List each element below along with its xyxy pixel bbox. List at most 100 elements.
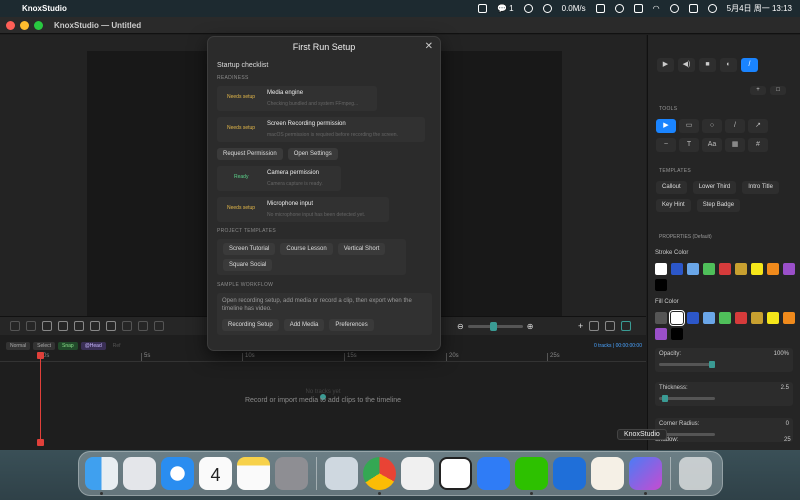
timeline-ruler[interactable]: 0s 5s 10s 15s 20s 25s bbox=[0, 352, 646, 362]
close-icon[interactable]: ✕ bbox=[425, 41, 433, 52]
undo-icon[interactable] bbox=[10, 321, 20, 331]
stroke-color-swatch[interactable] bbox=[719, 263, 731, 275]
mode-normal[interactable]: Normal bbox=[6, 342, 31, 350]
minimize-window-button[interactable] bbox=[20, 20, 29, 30]
preview-app-icon[interactable] bbox=[325, 457, 358, 490]
safari-icon[interactable] bbox=[161, 457, 194, 490]
stroke-color-swatch[interactable] bbox=[783, 263, 795, 275]
knoxstudio-dock-icon[interactable] bbox=[629, 457, 662, 495]
template-intro-title[interactable]: Intro Title bbox=[742, 181, 779, 194]
template-lower-third[interactable]: Lower Third bbox=[692, 181, 737, 194]
vpn-icon[interactable] bbox=[523, 4, 533, 13]
fill-color-swatch[interactable] bbox=[703, 312, 715, 324]
stroke-color-swatch[interactable] bbox=[735, 263, 747, 275]
network-icon[interactable] bbox=[542, 4, 552, 13]
select-tool-icon[interactable]: ▶ bbox=[656, 119, 676, 133]
stroke-color-swatch[interactable] bbox=[751, 263, 763, 275]
search-icon[interactable] bbox=[669, 4, 679, 13]
fill-color-swatch[interactable] bbox=[719, 312, 731, 324]
stroke-color-swatch[interactable] bbox=[767, 263, 779, 275]
notes-icon[interactable] bbox=[237, 457, 270, 490]
pen-icon[interactable]: / bbox=[741, 58, 758, 72]
panda-app-icon[interactable] bbox=[401, 457, 434, 490]
close-window-button[interactable] bbox=[6, 20, 15, 30]
template-course-lesson[interactable]: Course Lesson bbox=[280, 243, 333, 255]
redo-icon[interactable] bbox=[26, 321, 36, 331]
writer-app-icon[interactable] bbox=[591, 457, 624, 490]
add-icon[interactable]: + bbox=[578, 321, 583, 331]
fill-color-swatch[interactable] bbox=[735, 312, 747, 324]
launchpad-icon[interactable] bbox=[123, 457, 156, 490]
monitor-icon[interactable] bbox=[595, 4, 605, 13]
opacity-slider[interactable] bbox=[659, 361, 715, 368]
save-icon[interactable] bbox=[605, 321, 616, 331]
playhead[interactable] bbox=[40, 352, 41, 446]
menu-clock[interactable]: 5月4日 周一 13:13 bbox=[727, 3, 792, 14]
template-vertical-short[interactable]: Vertical Short bbox=[337, 243, 386, 255]
xcode-icon[interactable] bbox=[553, 457, 586, 490]
mode-snap[interactable]: Snap bbox=[58, 342, 78, 350]
trash-icon[interactable] bbox=[679, 457, 712, 490]
fill-color-swatch[interactable] bbox=[655, 328, 667, 340]
play-status-icon[interactable] bbox=[614, 4, 624, 13]
mode-head[interactable]: @Head bbox=[80, 342, 106, 350]
copy-icon[interactable] bbox=[122, 321, 132, 331]
stop-icon[interactable]: ■ bbox=[699, 58, 716, 72]
mode-select[interactable]: Select bbox=[33, 342, 56, 350]
volume-icon[interactable]: ◀) bbox=[678, 58, 695, 72]
fill-color-swatch[interactable] bbox=[783, 312, 795, 324]
stroke-color-swatch[interactable] bbox=[655, 263, 667, 275]
thickness-slider[interactable] bbox=[659, 395, 715, 402]
recording-setup-button[interactable]: Recording Setup bbox=[222, 319, 279, 331]
contrast-icon[interactable]: ◐ bbox=[720, 58, 737, 72]
open-settings-button[interactable]: Open Settings bbox=[287, 148, 338, 160]
prev-icon[interactable] bbox=[138, 321, 148, 331]
template-callout[interactable]: Callout bbox=[656, 181, 687, 194]
blur-tool-icon[interactable]: ▦ bbox=[725, 138, 745, 152]
chrome-icon[interactable] bbox=[363, 457, 396, 495]
template-screen-tutorial[interactable]: Screen Tutorial bbox=[223, 243, 276, 255]
finder-icon[interactable] bbox=[85, 457, 118, 495]
siri-icon[interactable] bbox=[707, 4, 717, 13]
wechat-status-icon[interactable]: 💬 1 bbox=[497, 4, 514, 13]
control-center-icon[interactable] bbox=[688, 4, 698, 13]
arrow-tool-icon[interactable]: ↗ bbox=[748, 119, 768, 133]
request-permission-button[interactable]: Request Permission bbox=[217, 148, 283, 160]
mode-ref[interactable]: Ref bbox=[109, 342, 125, 350]
panel-toggle-icon[interactable] bbox=[621, 321, 632, 331]
fill-color-swatch[interactable] bbox=[767, 312, 779, 324]
battery-icon[interactable] bbox=[633, 4, 643, 13]
fill-color-swatch[interactable] bbox=[671, 328, 683, 340]
template-key-hint[interactable]: Key Hint bbox=[656, 199, 691, 212]
opacity-knob[interactable] bbox=[709, 361, 715, 368]
split-icon[interactable] bbox=[42, 321, 52, 331]
ellipse-tool-icon[interactable]: ○ bbox=[702, 119, 722, 133]
stroke-color-swatch[interactable] bbox=[655, 279, 667, 291]
add-media-button[interactable]: Add Media bbox=[283, 319, 325, 331]
fill-color-swatch[interactable] bbox=[655, 312, 667, 324]
thickness-knob[interactable] bbox=[662, 395, 668, 402]
tasks-app-icon[interactable] bbox=[477, 457, 510, 490]
stroke-color-swatch[interactable] bbox=[703, 263, 715, 275]
system-settings-icon[interactable] bbox=[275, 457, 308, 490]
notion-icon[interactable] bbox=[439, 457, 472, 490]
line-tool-icon[interactable]: / bbox=[725, 119, 745, 133]
template-step-badge[interactable]: Step Badge bbox=[696, 199, 741, 212]
rectangle-tool-icon[interactable]: ▭ bbox=[679, 119, 699, 133]
template-square-social[interactable]: Square Social bbox=[223, 259, 273, 271]
fit-icon[interactable]: □ bbox=[770, 86, 786, 95]
calendar-icon[interactable]: 4 bbox=[199, 457, 232, 490]
text-tool-icon[interactable]: T bbox=[679, 138, 699, 152]
zoom-window-button[interactable] bbox=[34, 20, 43, 30]
fill-color-swatch[interactable] bbox=[669, 310, 685, 326]
zoom-in-icon[interactable]: ⊕ bbox=[527, 322, 534, 331]
settings-icon[interactable] bbox=[90, 321, 100, 331]
trim-icon[interactable] bbox=[58, 321, 68, 331]
zoom-slider[interactable] bbox=[467, 322, 523, 331]
wifi-icon[interactable]: ◠ bbox=[653, 4, 660, 13]
marker-icon[interactable] bbox=[106, 321, 116, 331]
open-folder-icon[interactable] bbox=[589, 321, 600, 331]
add-layer-icon[interactable]: + bbox=[750, 86, 766, 95]
next-icon[interactable] bbox=[154, 321, 164, 331]
zoom-out-icon[interactable]: ⊖ bbox=[457, 322, 464, 331]
